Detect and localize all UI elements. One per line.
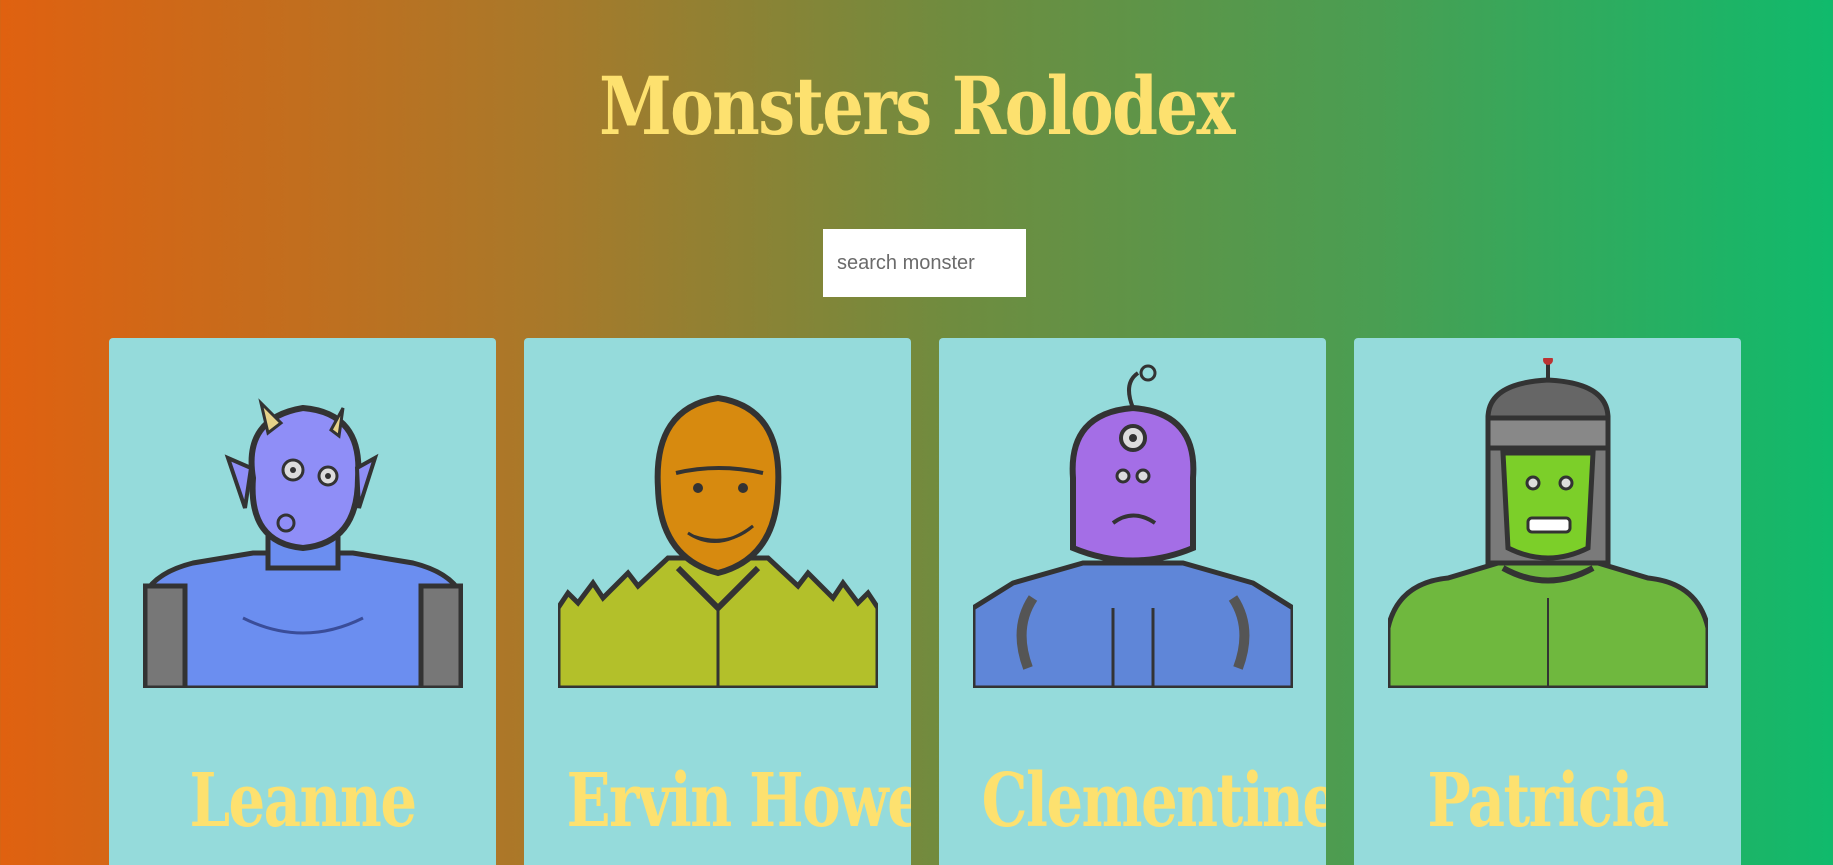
monster-name: Ervin Howell xyxy=(566,758,911,844)
monster-card[interactable]: Leanne xyxy=(109,338,496,865)
monster-name: Patricia xyxy=(1427,758,1669,844)
green-frankenstein-monster-icon xyxy=(1388,358,1708,688)
page-title: Monsters Rolodex xyxy=(599,59,1235,153)
monster-card[interactable]: Ervin Howell xyxy=(524,338,911,865)
blue-horned-monster-icon xyxy=(143,358,463,688)
search-input[interactable] xyxy=(823,229,1026,297)
monster-name: Clementine xyxy=(981,758,1326,844)
monster-card[interactable]: Clementine xyxy=(939,338,1326,865)
monster-name: Leanne xyxy=(189,758,417,844)
orange-spiky-monster-icon xyxy=(558,358,878,688)
purple-cyclops-robot-monster-icon xyxy=(973,358,1293,688)
monster-card[interactable]: Patricia xyxy=(1354,338,1741,865)
